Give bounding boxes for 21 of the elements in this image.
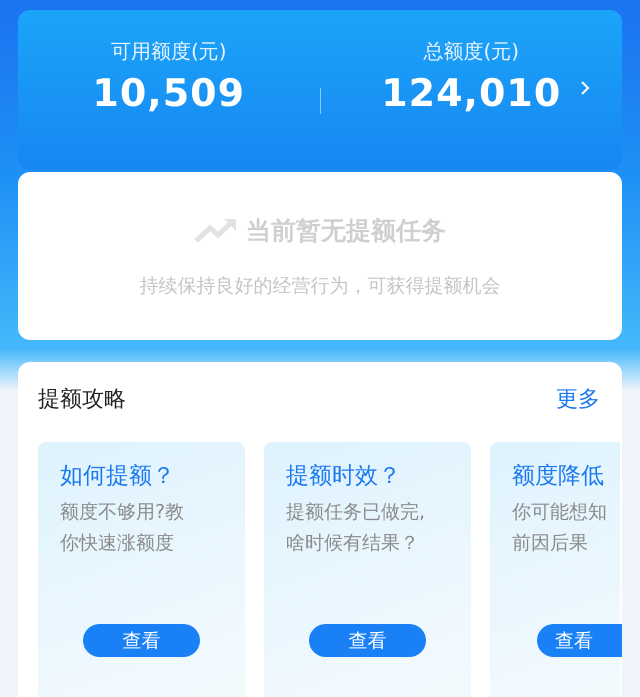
more-link[interactable]: 更多 (556, 384, 600, 414)
card-description: 提额任务已做完, 啥时候有结果？ (286, 500, 426, 556)
chevron-right-icon[interactable] (580, 80, 590, 96)
stat-label: 可用额度(元) (110, 38, 227, 65)
guide-card[interactable]: 提额时效？ 提额任务已做完, 啥时候有结果？ 查看 (264, 442, 471, 697)
view-button[interactable]: 查看 (309, 624, 426, 657)
view-button[interactable]: 查看 (83, 624, 200, 657)
card-title: 提额时效？ (286, 462, 402, 491)
card-description: 额度不够用?教 你快速涨额度 (60, 500, 186, 556)
card-title: 额度降低 (512, 462, 605, 491)
section-title: 提额攻略 (38, 386, 126, 414)
task-subtitle: 持续保持良好的经营行为，可获得提额机会 (140, 274, 500, 298)
stat-value: 10,509 (92, 71, 246, 115)
view-button[interactable]: 查看 (537, 624, 622, 657)
card-description: 你可能想知 前因后果 (512, 500, 608, 556)
stat-value: 124,010 (381, 71, 562, 115)
trend-up-icon (194, 217, 238, 243)
stat-label: 总额度(元) (423, 38, 520, 65)
guide-card[interactable]: 额度降低 你可能想知 前因后果 查看 (490, 442, 620, 697)
guide-card[interactable]: 如何提额？ 额度不够用?教 你快速涨额度 查看 (38, 442, 245, 697)
card-title: 如何提额？ (60, 462, 176, 491)
